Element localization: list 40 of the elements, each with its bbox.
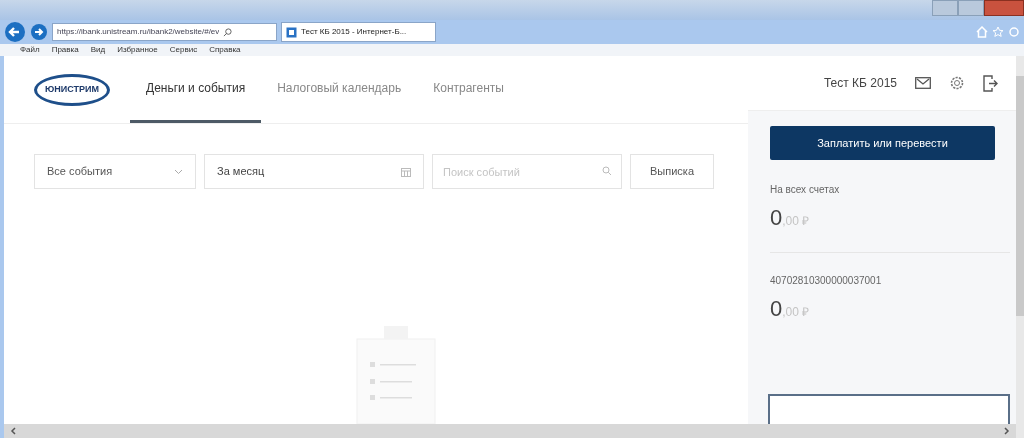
- search-field[interactable]: Поиск событий: [432, 154, 622, 189]
- account-number: 40702810300000037001: [770, 274, 883, 288]
- horizontal-scrollbar[interactable]: [4, 424, 1016, 438]
- scroll-right-icon[interactable]: [1004, 427, 1010, 435]
- statement-button[interactable]: Выписка: [630, 154, 714, 189]
- forward-icon[interactable]: [30, 23, 48, 41]
- nav-tab[interactable]: Контрагенты: [417, 56, 520, 123]
- balance-label: На всех счетах: [770, 183, 841, 197]
- address-bar[interactable]: https://ibank.unistream.ru/ibank2/website/#/ev: [52, 23, 277, 41]
- nav-tab[interactable]: Деньги и события: [130, 56, 262, 123]
- settings-icon[interactable]: [949, 75, 965, 91]
- calendar-icon: [401, 166, 411, 177]
- menu-item[interactable]: Избранное: [117, 44, 158, 56]
- balance-amount: 0,00 ₽: [770, 295, 811, 323]
- logout-icon[interactable]: [983, 74, 998, 92]
- search-icon[interactable]: [223, 27, 233, 37]
- logo[interactable]: ЮНИСТРИМ: [34, 73, 110, 106]
- scroll-left-icon[interactable]: [10, 427, 16, 435]
- tab-title: Тест КБ 2015 - Интернет-Б...: [301, 26, 407, 38]
- pay-or-transfer-button[interactable]: Заплатить или перевести: [770, 126, 995, 160]
- star-icon[interactable]: [992, 26, 1004, 38]
- search-icon: [602, 166, 612, 176]
- period-field[interactable]: За месяц: [204, 154, 424, 189]
- menu-item[interactable]: Сервис: [169, 44, 198, 56]
- menu-item[interactable]: Справка: [209, 44, 241, 56]
- logo-text: ЮНИСТРИМ: [45, 82, 99, 96]
- page-icon: [286, 26, 297, 38]
- balance-amount: 0,00 ₽: [770, 204, 811, 232]
- menu-item[interactable]: Вид: [90, 44, 106, 56]
- browser-tab[interactable]: Тест КБ 2015 - Интернет-Б...: [281, 22, 436, 42]
- event-type-dropdown[interactable]: Все события: [34, 154, 196, 189]
- user-name[interactable]: Тест КБ 2015: [823, 74, 897, 92]
- nav-tab[interactable]: Налоговый календарь: [261, 56, 418, 123]
- vertical-scrollbar[interactable]: [1016, 56, 1024, 438]
- back-icon[interactable]: [4, 21, 26, 43]
- chevron-down-icon: [174, 168, 183, 175]
- menu-item[interactable]: Правка: [51, 44, 79, 56]
- menu-item[interactable]: Файл: [20, 44, 40, 56]
- address-text: https://ibank.unistream.ru/ibank2/website/#/ev: [57, 26, 220, 38]
- mail-icon[interactable]: [915, 77, 931, 89]
